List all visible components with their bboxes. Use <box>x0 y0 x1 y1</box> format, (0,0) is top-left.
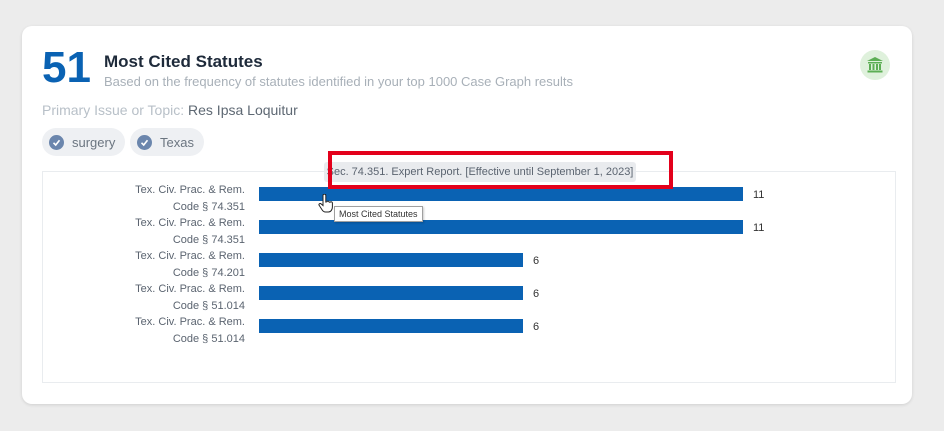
data-label: 6 <box>533 321 539 333</box>
category-label: Code § 74.351 <box>173 201 245 213</box>
most-cited-statutes-card: 51 Most Cited Statutes Based on the freq… <box>22 26 912 404</box>
category-label: Tex. Civ. Prac. & Rem. <box>135 217 245 229</box>
check-circle-icon <box>137 134 152 150</box>
bank-icon[interactable] <box>860 50 890 80</box>
check-circle-icon <box>49 134 64 150</box>
bar-chart: Tex. Civ. Prac. & Rem. Code § 74.351 11 Tex… <box>135 184 764 345</box>
category-label: Code § 51.014 <box>173 333 245 345</box>
category-label: Code § 74.351 <box>173 234 245 246</box>
primary-issue-row: Primary Issue or Topic: Res Ipsa Loquitu… <box>42 102 298 118</box>
category-label: Code § 74.201 <box>173 267 245 279</box>
category-label: Tex. Civ. Prac. & Rem. <box>135 316 245 328</box>
category-label: Tex. Civ. Prac. & Rem. <box>135 283 245 295</box>
data-label: 11 <box>753 189 764 201</box>
category-label: Tex. Civ. Prac. & Rem. <box>135 184 245 196</box>
filter-chip-surgery[interactable]: surgery <box>42 128 126 156</box>
primary-issue-value: Res Ipsa Loquitur <box>188 102 298 118</box>
data-label: 6 <box>533 288 539 300</box>
bank-icon-glyph <box>867 57 883 73</box>
card-subtitle: Based on the frequency of statutes ident… <box>104 74 574 89</box>
bar[interactable] <box>259 253 523 267</box>
category-label: Code § 51.014 <box>173 300 245 312</box>
bar[interactable] <box>259 286 523 300</box>
hand-pointer-icon <box>318 193 334 219</box>
hover-tooltip: Most Cited Statutes <box>334 206 423 222</box>
statute-count: 51 <box>42 43 91 92</box>
chart-area: Tex. Civ. Prac. & Rem. Code § 74.351 11 Tex… <box>42 171 896 383</box>
category-label: Tex. Civ. Prac. & Rem. <box>135 250 245 262</box>
filter-chip-label: Texas <box>160 134 194 150</box>
highlight-annotation <box>328 151 673 189</box>
data-label: 6 <box>533 255 539 267</box>
bar[interactable] <box>259 220 743 234</box>
bar[interactable] <box>259 319 523 333</box>
filter-chip-texas[interactable]: Texas <box>130 128 204 156</box>
card-title: Most Cited Statutes <box>104 52 263 71</box>
data-label: 11 <box>753 222 764 234</box>
filter-chip-label: surgery <box>72 134 116 150</box>
primary-issue-label: Primary Issue or Topic: <box>42 102 185 118</box>
